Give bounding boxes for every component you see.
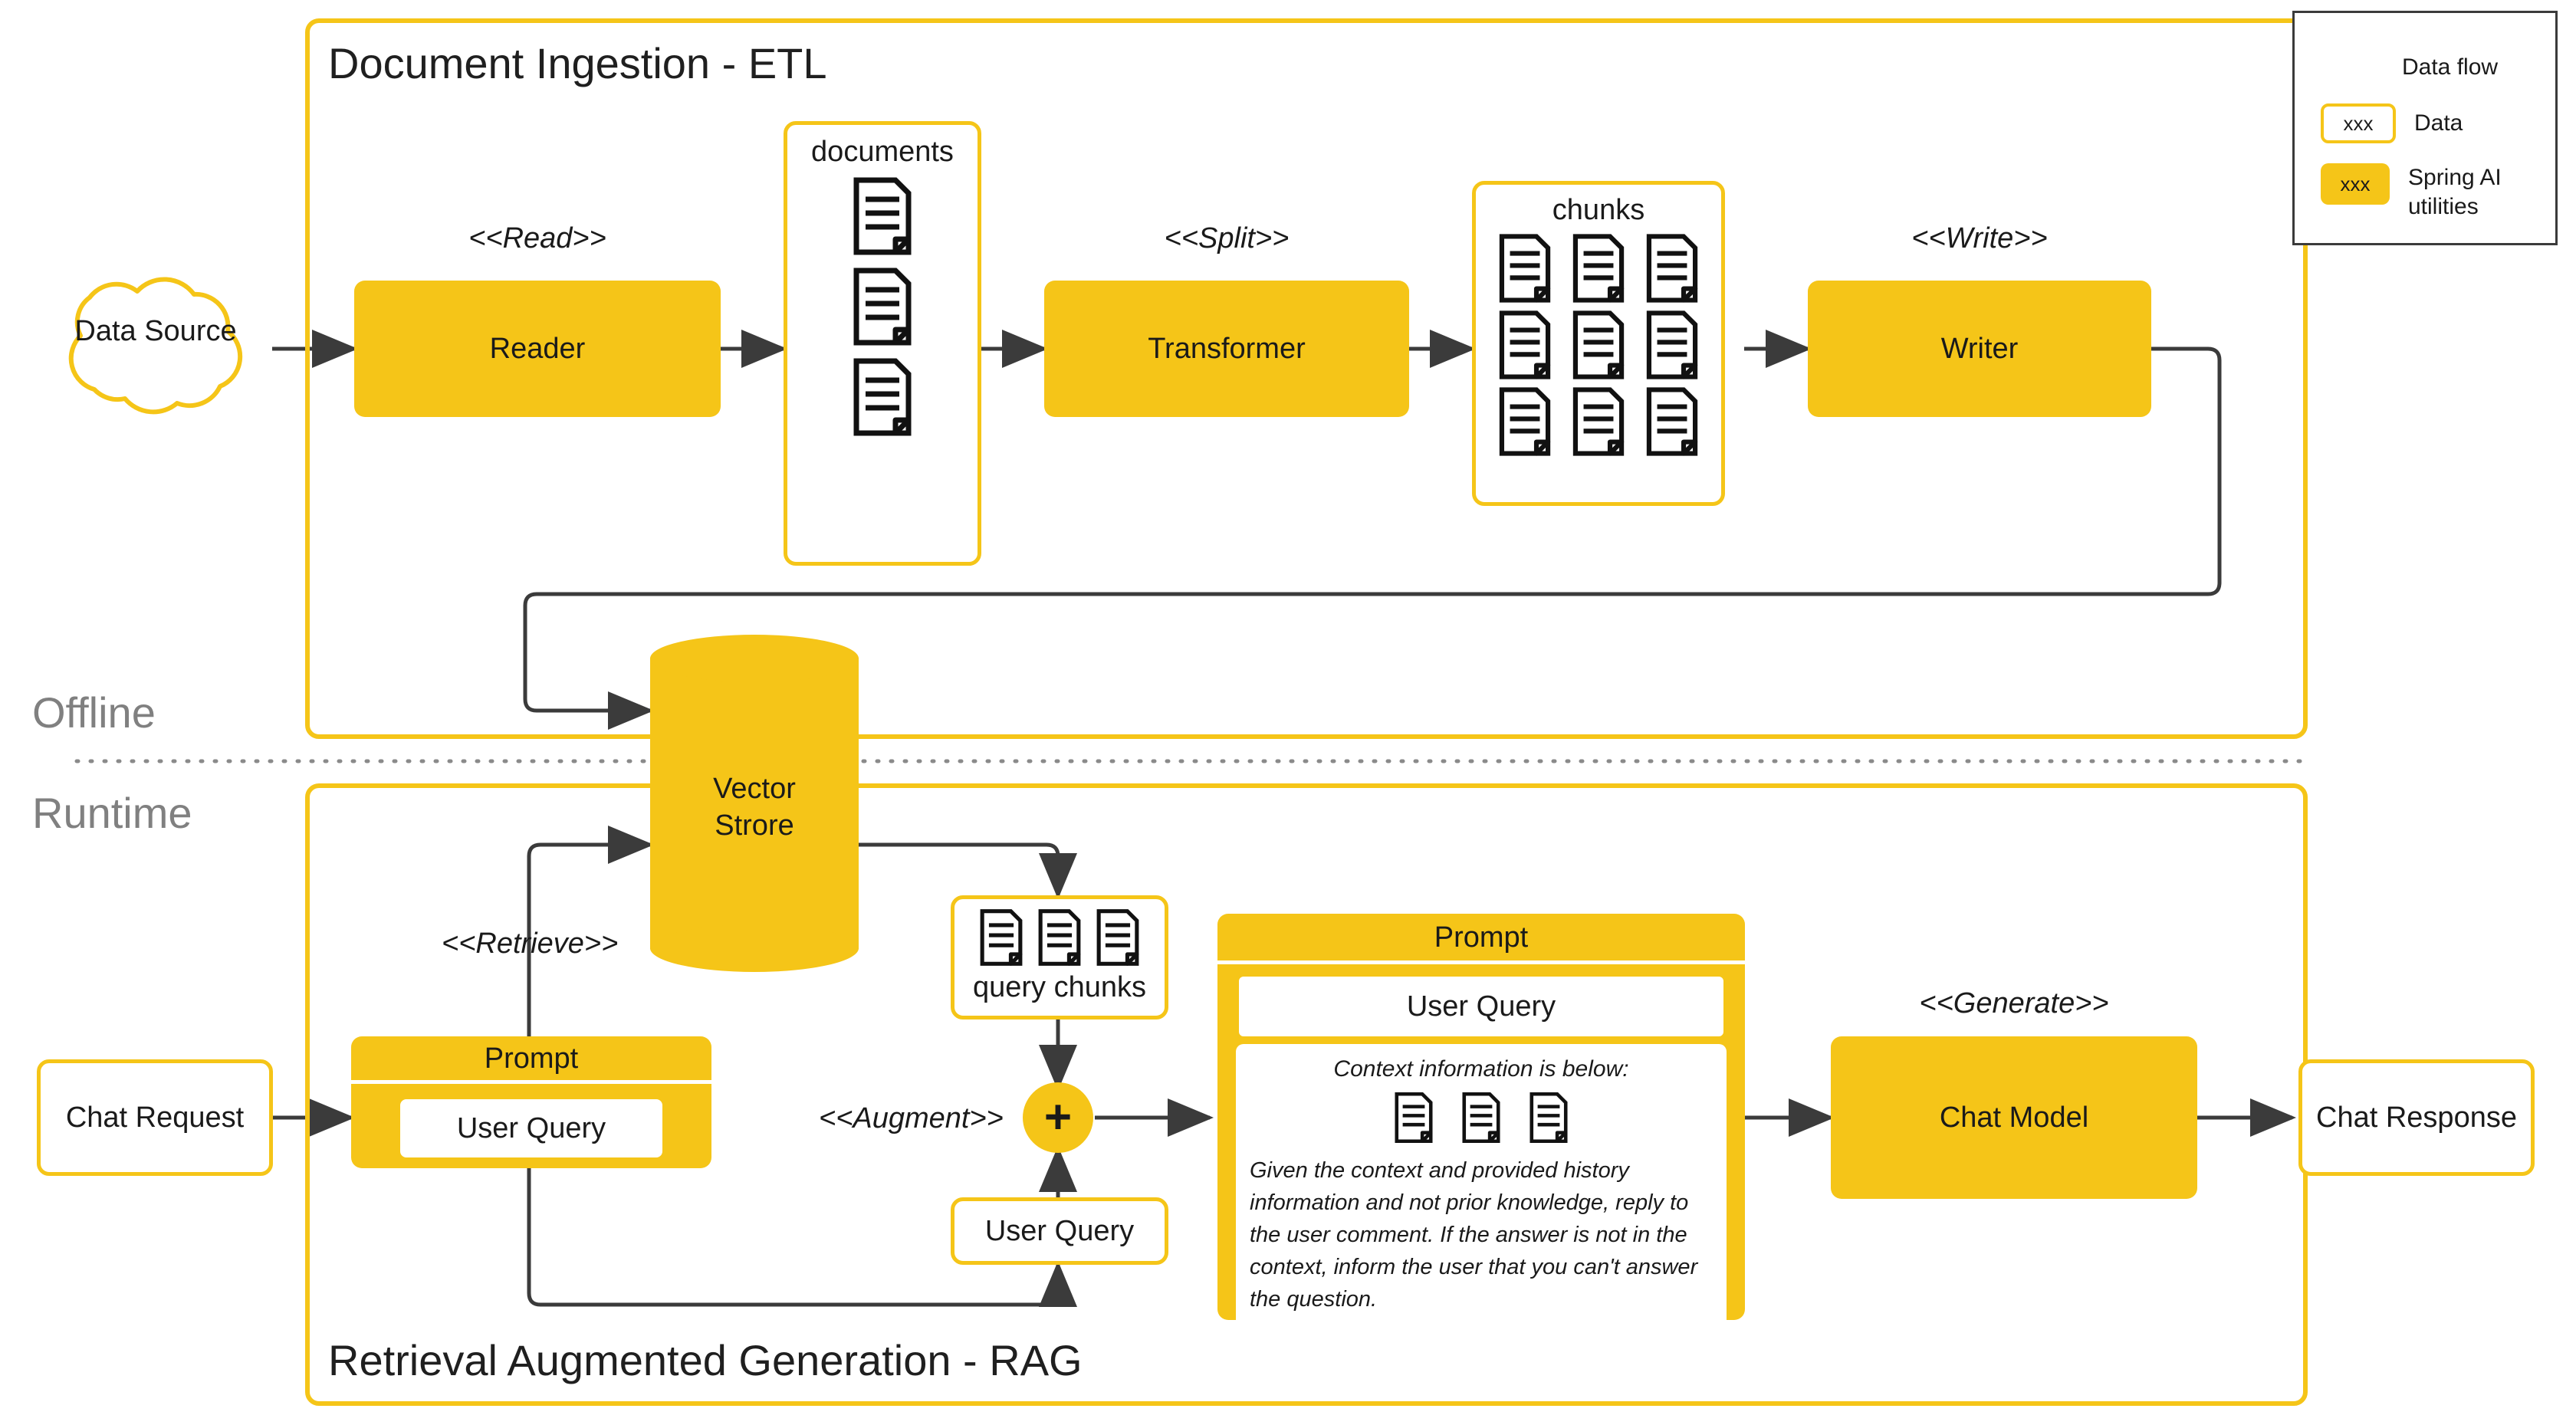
- request-prompt-node: Prompt User Query: [351, 1036, 711, 1168]
- document-icon: [1572, 387, 1625, 456]
- stereotype-split: <<Split>>: [1164, 222, 1290, 254]
- document-icon: [853, 358, 912, 436]
- document-icon: [1395, 1092, 1433, 1144]
- document-icon: [1572, 234, 1625, 303]
- request-prompt-header: Prompt: [484, 1042, 579, 1075]
- chat-response-label: Chat Response: [2316, 1101, 2517, 1134]
- query-chunks-icon-row: [979, 908, 1140, 967]
- reader-label: Reader: [489, 332, 586, 365]
- document-icon: [1096, 909, 1139, 966]
- legend-panel: Data flow xxx Data xxx Spring AI utiliti…: [2292, 11, 2558, 245]
- document-icon: [1499, 234, 1551, 303]
- vector-store-node: Vector Strore: [650, 635, 859, 972]
- augmented-prompt-user-query: User Query: [1236, 974, 1727, 1039]
- chat-response-node: Chat Response: [2298, 1059, 2535, 1176]
- chat-request-node: Chat Request: [37, 1059, 273, 1176]
- query-chunks-caption: query chunks: [972, 971, 1146, 1003]
- rag-section-title: Retrieval Augmented Generation - RAG: [328, 1336, 1083, 1384]
- legend-utility-label-line1: Spring AI: [2408, 165, 2502, 190]
- document-icon: [1646, 387, 1698, 456]
- augmented-prompt-header: Prompt: [1434, 921, 1529, 954]
- augment-plus-symbol: +: [1043, 1091, 1073, 1144]
- chat-model-node: Chat Model: [1831, 1036, 2197, 1199]
- document-icon: [1530, 1092, 1568, 1144]
- augmented-prompt-node: Prompt User Query Context information is…: [1217, 914, 1745, 1320]
- stereotype-retrieve: <<Retrieve>>: [442, 928, 619, 960]
- ingestion-section-title: Document Ingestion - ETL: [328, 39, 827, 87]
- document-icon: [1462, 1092, 1500, 1144]
- transformer-label: Transformer: [1148, 332, 1306, 365]
- document-icon: [1646, 310, 1698, 379]
- documents-icon-grid: [848, 176, 917, 437]
- stereotype-generate: <<Generate>>: [1919, 987, 2109, 1019]
- legend-utility-swatch: xxx: [2321, 163, 2390, 205]
- chunks-caption: chunks: [1552, 194, 1645, 226]
- chunks-icon-grid: [1490, 233, 1707, 457]
- context-docs-row: [1250, 1092, 1713, 1144]
- writer-label: Writer: [1940, 332, 2019, 365]
- legend-utility-label: Spring AI utilities: [2408, 163, 2502, 221]
- transformer-node: Transformer: [1044, 281, 1409, 417]
- vector-store-label-line2: Strore: [715, 809, 794, 842]
- document-icon: [1499, 310, 1551, 379]
- reader-node: Reader: [354, 281, 721, 417]
- documents-caption: documents: [811, 136, 954, 168]
- data-source-label-text: Data Source: [74, 315, 237, 347]
- legend-data-swatch: xxx: [2321, 103, 2396, 143]
- vector-store-label-line1: Vector: [713, 773, 796, 805]
- vector-store-label: Vector Strore: [650, 771, 859, 844]
- chunks-node: chunks: [1472, 181, 1725, 506]
- document-icon: [980, 909, 1023, 966]
- user-query-node: User Query: [951, 1197, 1168, 1265]
- query-chunks-node: query chunks: [951, 895, 1168, 1019]
- stereotype-write: <<Write>>: [1911, 222, 2048, 254]
- document-icon: [1038, 909, 1081, 966]
- chat-request-label: Chat Request: [65, 1101, 245, 1134]
- context-instruction: Given the context and provided history i…: [1250, 1158, 1698, 1312]
- data-source-label: Data Source: [37, 313, 274, 350]
- stereotype-augment: <<Augment>>: [819, 1102, 1004, 1134]
- runtime-phase-label: Runtime: [32, 789, 192, 837]
- document-icon: [1499, 387, 1551, 456]
- document-icon: [853, 268, 912, 346]
- offline-phase-label: Offline: [32, 688, 156, 737]
- document-icon: [1646, 234, 1698, 303]
- context-header: Context information is below:: [1333, 1056, 1629, 1082]
- user-query-label: User Query: [984, 1214, 1135, 1247]
- augment-plus-node: +: [1023, 1082, 1093, 1153]
- legend-utility-label-line2: utilities: [2408, 193, 2479, 219]
- legend-data-label: Data: [2414, 110, 2463, 136]
- writer-node: Writer: [1808, 281, 2151, 417]
- legend-data-flow-label: Data flow: [2402, 54, 2499, 80]
- data-source-cloud: Data Source: [37, 267, 274, 432]
- diagram-canvas: Document Ingestion - ETL Data Source <<R…: [0, 0, 2576, 1425]
- document-icon: [1572, 310, 1625, 379]
- request-prompt-user-query: User Query: [397, 1096, 665, 1161]
- documents-node: documents: [784, 121, 981, 566]
- stereotype-read: <<Read>>: [468, 222, 606, 254]
- document-icon: [853, 177, 912, 255]
- chat-model-label: Chat Model: [1939, 1101, 2089, 1134]
